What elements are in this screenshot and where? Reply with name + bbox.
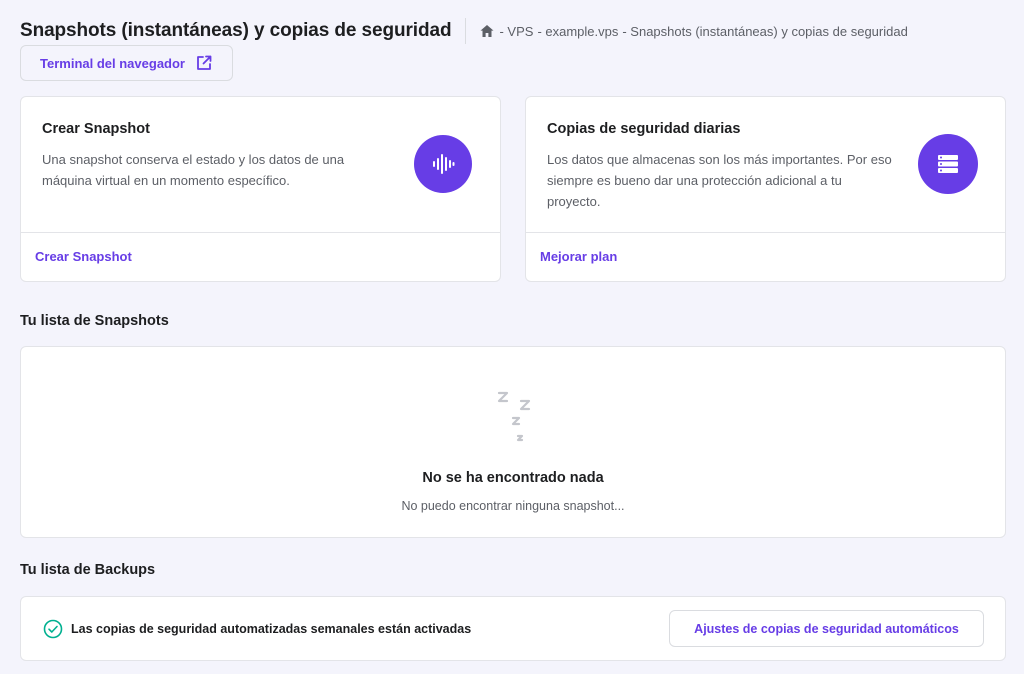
card-divider — [21, 232, 500, 233]
snapshot-card-description: Una snapshot conserva el estado y los da… — [42, 152, 345, 188]
breadcrumb-item-vps[interactable]: - VPS — [499, 24, 533, 39]
empty-state-subtitle: No puedo encontrar ninguna snapshot... — [401, 499, 625, 513]
browser-terminal-button[interactable]: Terminal del navegador — [20, 45, 233, 81]
upgrade-plan-link[interactable]: Mejorar plan — [540, 249, 617, 264]
create-snapshot-link[interactable]: Crear Snapshot — [35, 249, 132, 264]
audio-wave-icon — [414, 135, 472, 193]
backup-card-description: Los datos que almacenas son los más impo… — [547, 152, 892, 209]
page-title: Snapshots (instantáneas) y copias de seg… — [20, 20, 452, 41]
backups-status-card: Las copias de seguridad automatizadas se… — [20, 596, 1006, 661]
home-icon[interactable] — [479, 23, 495, 39]
create-snapshot-card: Crear Snapshot Una snapshot conserva el … — [20, 96, 501, 282]
page-header: Snapshots (instantáneas) y copias de seg… — [20, 16, 1004, 46]
snapshots-section-title: Tu lista de Snapshots — [20, 313, 169, 329]
check-circle-icon — [43, 619, 63, 639]
terminal-button-label: Terminal del navegador — [40, 55, 185, 71]
external-link-icon — [197, 55, 212, 70]
daily-backups-card: Copias de seguridad diarias Los datos qu… — [525, 96, 1006, 282]
breadcrumb-item-current: - Snapshots (instantáneas) y copias de s… — [622, 23, 908, 39]
header-divider — [465, 18, 467, 44]
empty-state-title: No se ha encontrado nada — [422, 470, 604, 486]
server-icon — [918, 134, 978, 194]
backup-status-text: Las copias de seguridad automatizadas se… — [71, 622, 472, 636]
snapshot-card-title: Crear Snapshot — [42, 121, 150, 137]
backups-section-title: Tu lista de Backups — [20, 562, 156, 578]
breadcrumb-item-host[interactable]: - example.vps — [537, 24, 618, 39]
automatic-backup-settings-button[interactable]: Ajustes de copias de seguridad automátic… — [669, 610, 984, 647]
sleeping-zzz-icon — [497, 391, 531, 442]
snapshots-empty-state: No se ha encontrado nada No puedo encont… — [20, 346, 1006, 538]
backup-card-title: Copias de seguridad diarias — [547, 121, 741, 137]
settings-button-label: Ajustes de copias de seguridad automátic… — [694, 621, 959, 636]
card-divider — [526, 232, 1005, 233]
breadcrumb: - VPS - example.vps - Snapshots (instant… — [479, 23, 908, 39]
